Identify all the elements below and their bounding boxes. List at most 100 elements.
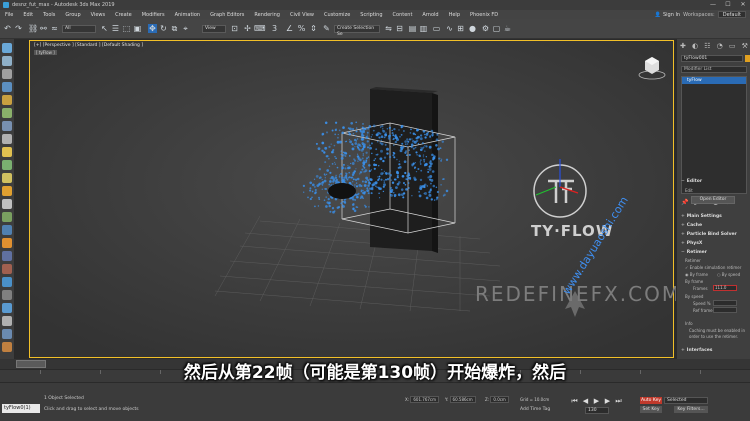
menu-animation[interactable]: Animation <box>170 12 206 18</box>
tool-icon-13[interactable] <box>2 199 12 209</box>
maxscript-listener[interactable]: tyFlow0(1) <box>2 404 40 413</box>
tool-icon-14[interactable] <box>2 212 12 222</box>
tool-icon-21[interactable] <box>2 303 12 313</box>
tool-icon-7[interactable] <box>2 121 12 131</box>
modifier-list-dropdown[interactable]: Modifier List <box>681 66 747 73</box>
menu-views[interactable]: Views <box>86 12 110 18</box>
maximize-button[interactable]: ☐ <box>721 0 735 10</box>
curve-editor-icon[interactable]: ∿ <box>445 24 454 33</box>
rollout-retimer[interactable]: − Retimer <box>679 250 749 256</box>
tool-icon-22[interactable] <box>2 316 12 326</box>
rendered-frame-window-icon[interactable]: ▢ <box>492 24 501 33</box>
menu-help[interactable]: Help <box>444 12 465 18</box>
open-editor-button[interactable]: Open Editor <box>691 196 735 204</box>
menu-customize[interactable]: Customize <box>319 12 355 18</box>
pin-stack-icon[interactable]: 📌 <box>681 199 688 206</box>
menu-create[interactable]: Create <box>110 12 137 18</box>
selection-filter-dropdown[interactable]: All <box>62 25 96 33</box>
previous-frame-icon[interactable]: ◀ <box>581 397 590 406</box>
z-coordinate[interactable]: Z: 0.0cm <box>485 396 509 403</box>
material-editor-icon[interactable]: ● <box>468 24 477 33</box>
menu-civil-view[interactable]: Civil View <box>285 12 319 18</box>
menu-rendering[interactable]: Rendering <box>249 12 285 18</box>
undo-icon[interactable]: ↶ <box>3 24 12 33</box>
y-coordinate[interactable]: Y: 60.586cm <box>445 396 476 403</box>
tool-icon-12[interactable] <box>2 186 12 196</box>
named-selection-set-dropdown[interactable]: Create Selection Se <box>334 25 380 37</box>
menu-content[interactable]: Content <box>388 12 418 18</box>
tool-icon-8[interactable] <box>2 134 12 144</box>
by-speed-radio[interactable]: ○ By speed <box>717 272 740 277</box>
x-coordinate[interactable]: X: 601.767cm <box>405 396 440 403</box>
ref-frame-spinner[interactable] <box>713 307 737 313</box>
percent-snap-icon[interactable]: % <box>297 24 306 33</box>
go-to-start-icon[interactable]: ⏮ <box>570 397 579 406</box>
layer-explorer-icon[interactable]: ▥ <box>419 24 428 33</box>
select-manipulate-icon[interactable]: ✢ <box>243 24 252 33</box>
rollout-particle-bind-solver[interactable]: + Particle Bind Solver <box>679 232 749 238</box>
tool-icon-19[interactable] <box>2 277 12 287</box>
select-and-scale-icon[interactable]: ⧉ <box>170 24 179 33</box>
current-frame-field[interactable]: 130 <box>585 407 609 414</box>
tool-icon-17[interactable] <box>2 251 12 261</box>
edit-named-selection-icon[interactable]: ✎ <box>322 24 331 33</box>
tool-icon-24[interactable] <box>2 342 12 352</box>
viewport-label[interactable]: [+] [Perspective ] [Standard ] [Default … <box>34 43 143 48</box>
tool-icon-3[interactable] <box>2 69 12 79</box>
frames-spinner[interactable]: 111.0 <box>713 285 737 291</box>
object-color-swatch[interactable] <box>745 55 750 62</box>
speed-pct-spinner[interactable] <box>713 300 737 306</box>
next-frame-icon[interactable]: ▶ <box>603 397 612 406</box>
select-and-move-icon[interactable]: ✥ <box>148 24 157 33</box>
rectangular-selection-icon[interactable]: ⬚ <box>122 24 131 33</box>
object-name-field[interactable]: tyFlow001 <box>681 55 743 62</box>
unlink-icon[interactable]: ⚯ <box>39 24 48 33</box>
select-and-place-icon[interactable]: ⌖ <box>181 24 190 33</box>
tool-icon-4[interactable] <box>2 82 12 92</box>
link-icon[interactable]: ⛓ <box>28 24 38 33</box>
keyboard-shortcut-icon[interactable]: ⌨ <box>254 24 266 33</box>
tool-icon-5[interactable] <box>2 95 12 105</box>
menu-file[interactable]: File <box>0 12 18 18</box>
menu-modifiers[interactable]: Modifiers <box>137 12 170 18</box>
mirror-icon[interactable]: ⇋ <box>384 24 393 33</box>
menu-scripting[interactable]: Scripting <box>355 12 387 18</box>
minimize-button[interactable]: — <box>706 0 720 10</box>
rollout-cache[interactable]: + Cache <box>679 223 749 229</box>
redo-icon[interactable]: ↷ <box>14 24 23 33</box>
motion-tab-icon[interactable]: ◔ <box>717 42 723 50</box>
key-selection-dropdown[interactable]: Selected <box>664 397 708 404</box>
tool-icon-6[interactable] <box>2 108 12 118</box>
angle-snap-icon[interactable]: ∠ <box>285 24 294 33</box>
menu-arnold[interactable]: Arnold <box>417 12 443 18</box>
add-time-tag[interactable]: Add Time Tag <box>520 407 550 412</box>
create-tool-icon[interactable] <box>2 43 12 53</box>
perspective-viewport[interactable]: [+] [Perspective ] [Standard ] [Default … <box>29 40 674 358</box>
close-button[interactable]: ✕ <box>736 0 750 10</box>
sign-in-button[interactable]: 👤 Sign In <box>655 12 680 18</box>
window-crossing-icon[interactable]: ▣ <box>133 24 142 33</box>
toggle-ribbon-icon[interactable]: ▭ <box>432 24 441 33</box>
auto-key-button[interactable]: Auto Key <box>640 397 662 404</box>
select-object-icon[interactable]: ↖ <box>100 24 109 33</box>
workspaces-dropdown[interactable]: Default <box>717 11 746 18</box>
menu-graph-editors[interactable]: Graph Editors <box>205 12 249 18</box>
scene-explorer-icon[interactable]: ▤ <box>408 24 417 33</box>
rollout-editor[interactable]: − Editor <box>679 179 749 185</box>
key-filters-button[interactable]: Key Filters... <box>674 406 708 413</box>
reference-coordinate-dropdown[interactable]: View <box>202 25 226 33</box>
rollout-interfaces[interactable]: + Interfaces <box>679 348 749 354</box>
modify-tab-icon[interactable]: ◐ <box>692 42 698 50</box>
select-by-name-icon[interactable]: ☰ <box>111 24 120 33</box>
select-and-rotate-icon[interactable]: ↻ <box>159 24 168 33</box>
menu-phoenix-fd[interactable]: Phoenix FD <box>465 12 503 18</box>
pivot-center-icon[interactable]: ⊡ <box>230 24 239 33</box>
play-icon[interactable]: ▶ <box>592 397 601 406</box>
menu-edit[interactable]: Edit <box>18 12 38 18</box>
snaps-toggle-icon[interactable]: 3 <box>270 24 279 33</box>
go-to-end-icon[interactable]: ⏭ <box>614 397 623 406</box>
tool-icon-16[interactable] <box>2 238 12 248</box>
schematic-view-icon[interactable]: ⊞ <box>456 24 465 33</box>
create-tab-icon[interactable]: ✚ <box>680 42 686 50</box>
stack-item-tyflow[interactable]: tyFlow <box>682 77 746 84</box>
